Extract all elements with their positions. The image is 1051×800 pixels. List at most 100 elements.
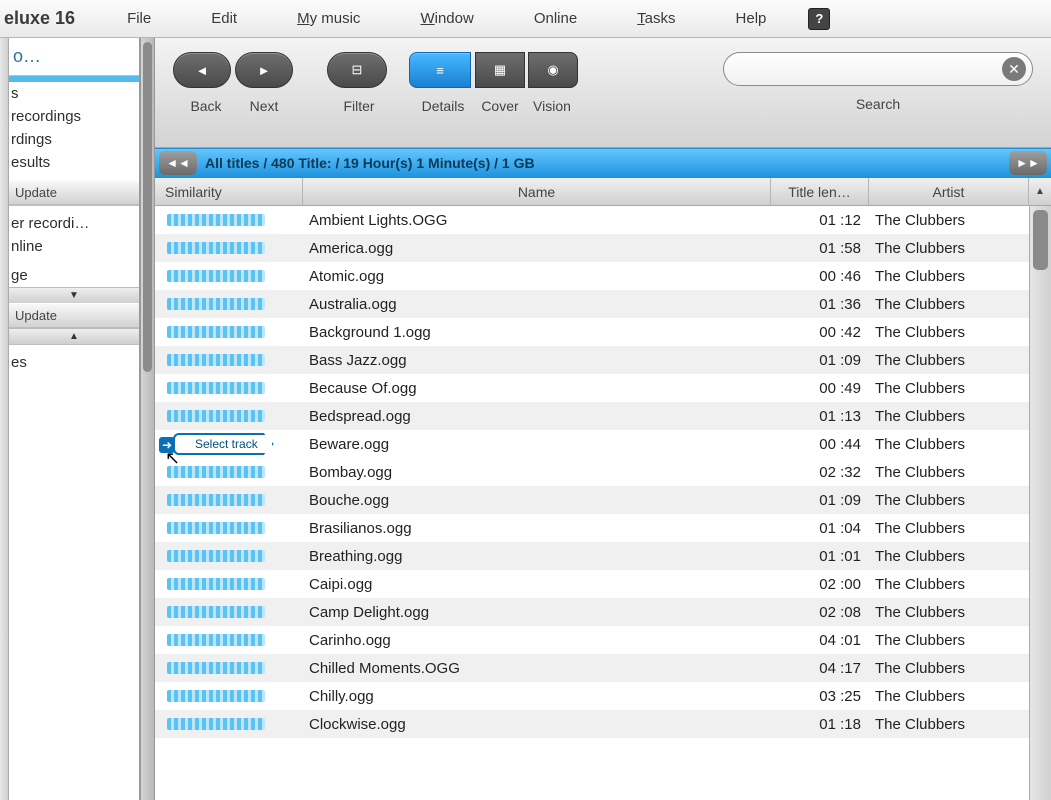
length-cell: 00 :42 <box>771 324 869 341</box>
sidebar-scroll-down-icon[interactable]: ▼ <box>9 287 139 303</box>
artist-cell: The Clubbers <box>869 464 1029 481</box>
name-cell: Because Of.ogg <box>303 380 771 397</box>
sidebar-item[interactable]: recordings <box>9 105 139 128</box>
sidebar-collapsed-title: o… <box>9 38 139 75</box>
sidebar-item[interactable]: esults <box>9 151 139 174</box>
sidebar-scrollbar[interactable] <box>140 38 155 800</box>
column-artist[interactable]: Artist <box>869 178 1029 205</box>
table-row[interactable]: Background 1.ogg00 :42The Clubbers <box>155 318 1051 346</box>
artist-cell: The Clubbers <box>869 352 1029 369</box>
sidebar-item[interactable]: es <box>9 351 139 374</box>
sidebar-item[interactable]: er recordi… <box>9 212 139 235</box>
sidebar-update-button[interactable]: Update <box>9 180 139 205</box>
similarity-bar-icon <box>167 270 265 282</box>
similarity-cell <box>155 718 303 730</box>
table-row[interactable]: Because Of.ogg00 :49The Clubbers <box>155 374 1051 402</box>
similarity-cell <box>155 410 303 422</box>
column-similarity[interactable]: Similarity <box>155 178 303 205</box>
menu-tasks[interactable]: Tasks <box>607 10 705 27</box>
length-cell: 01 :01 <box>771 548 869 565</box>
table-row[interactable]: Carinho.ogg04 :01The Clubbers <box>155 626 1051 654</box>
sidebar-item[interactable]: nline <box>9 235 139 258</box>
grid-icon: ▦ <box>494 62 506 78</box>
table-row[interactable]: Bass Jazz.ogg01 :09The Clubbers <box>155 346 1051 374</box>
length-cell: 01 :58 <box>771 240 869 257</box>
help-icon[interactable]: ? <box>808 8 830 30</box>
table-row[interactable]: Breathing.ogg01 :01The Clubbers <box>155 542 1051 570</box>
mouse-cursor-icon: ↖ <box>165 448 180 469</box>
artist-cell: The Clubbers <box>869 408 1029 425</box>
menu-edit[interactable]: Edit <box>181 10 267 27</box>
name-cell: Brasilianos.ogg <box>303 520 771 537</box>
vertical-scrollbar[interactable] <box>1029 206 1051 800</box>
menu-help[interactable]: Help <box>706 10 797 27</box>
details-view-button[interactable]: ≡ <box>409 52 471 88</box>
sidebar-update-button[interactable]: Update <box>9 303 139 328</box>
table-row[interactable]: Bombay.ogg02 :32The Clubbers <box>155 458 1051 486</box>
table-row[interactable]: Beware.ogg00 :44The Clubbers <box>155 430 1051 458</box>
similarity-cell <box>155 606 303 618</box>
artist-cell: The Clubbers <box>869 212 1029 229</box>
similarity-bar-icon <box>167 606 265 618</box>
clear-search-icon[interactable]: ✕ <box>1002 57 1026 81</box>
table-row[interactable]: Chilled Moments.OGG04 :17The Clubbers <box>155 654 1051 682</box>
sidebar-item[interactable]: rdings <box>9 128 139 151</box>
similarity-bar-icon <box>167 494 265 506</box>
menu-file[interactable]: File <box>97 10 181 27</box>
filter-button[interactable]: ⊟ <box>327 52 387 88</box>
table-row[interactable]: America.ogg01 :58The Clubbers <box>155 234 1051 262</box>
scroll-up-icon[interactable]: ▲ <box>1029 178 1051 205</box>
artist-cell: The Clubbers <box>869 604 1029 621</box>
eye-icon: ◉ <box>547 62 558 78</box>
name-cell: Camp Delight.ogg <box>303 604 771 621</box>
menu-window[interactable]: Window <box>390 10 503 27</box>
vertical-scroll-thumb[interactable] <box>1033 210 1048 270</box>
name-cell: Carinho.ogg <box>303 632 771 649</box>
menu-window-rest: indow <box>435 10 474 27</box>
similarity-cell <box>155 298 303 310</box>
sidebar-scroll-up-icon[interactable]: ▲ <box>9 328 139 344</box>
menu-online[interactable]: Online <box>504 10 607 27</box>
similarity-bar-icon <box>167 326 265 338</box>
table-row[interactable]: Clockwise.ogg01 :18The Clubbers <box>155 710 1051 738</box>
sidebar-item[interactable]: ge <box>9 264 139 287</box>
length-cell: 02 :00 <box>771 576 869 593</box>
artist-cell: The Clubbers <box>869 436 1029 453</box>
table-row[interactable]: Caipi.ogg02 :00The Clubbers <box>155 570 1051 598</box>
sidebar-items: o… s recordings rdings esults Update er … <box>9 38 139 800</box>
cover-view-button[interactable]: ▦ <box>475 52 525 88</box>
table-row[interactable]: Brasilianos.ogg01 :04The Clubbers <box>155 514 1051 542</box>
menu-mymusic[interactable]: My music <box>267 10 390 27</box>
next-button[interactable]: ► <box>235 52 293 88</box>
similarity-bar-icon <box>167 466 265 478</box>
table-row[interactable]: Ambient Lights.OGG01 :12The Clubbers <box>155 206 1051 234</box>
next-label: Next <box>235 98 293 114</box>
table-row[interactable]: Bedspread.ogg01 :13The Clubbers <box>155 402 1051 430</box>
sidebar: o… s recordings rdings esults Update er … <box>0 38 140 800</box>
column-name[interactable]: Name <box>303 178 771 205</box>
table-row[interactable]: Bouche.ogg01 :09The Clubbers <box>155 486 1051 514</box>
vision-view-button[interactable]: ◉ <box>528 52 578 88</box>
sidebar-item[interactable]: s <box>9 82 139 105</box>
breadcrumb-prev-button[interactable]: ◄◄ <box>159 151 197 175</box>
breadcrumb-next-button[interactable]: ►► <box>1009 151 1047 175</box>
table-row[interactable]: Chilly.ogg03 :25The Clubbers <box>155 682 1051 710</box>
similarity-cell <box>155 382 303 394</box>
similarity-cell <box>155 242 303 254</box>
length-cell: 01 :09 <box>771 492 869 509</box>
sidebar-scroll-thumb[interactable] <box>143 42 152 372</box>
back-button[interactable]: ◄ <box>173 52 231 88</box>
similarity-bar-icon <box>167 242 265 254</box>
table-row[interactable]: Camp Delight.ogg02 :08The Clubbers <box>155 598 1051 626</box>
name-cell: Chilly.ogg <box>303 688 771 705</box>
select-track-tooltip: Select track <box>173 433 274 455</box>
similarity-cell <box>155 270 303 282</box>
table-row[interactable]: Atomic.ogg00 :46The Clubbers <box>155 262 1051 290</box>
column-length[interactable]: Title len… <box>771 178 869 205</box>
name-cell: Beware.ogg <box>303 436 771 453</box>
search-input[interactable]: ✕ <box>723 52 1033 86</box>
table-row[interactable]: Australia.ogg01 :36The Clubbers <box>155 290 1051 318</box>
arrow-left-icon: ◄ <box>196 63 209 78</box>
similarity-cell <box>155 354 303 366</box>
name-cell: Background 1.ogg <box>303 324 771 341</box>
